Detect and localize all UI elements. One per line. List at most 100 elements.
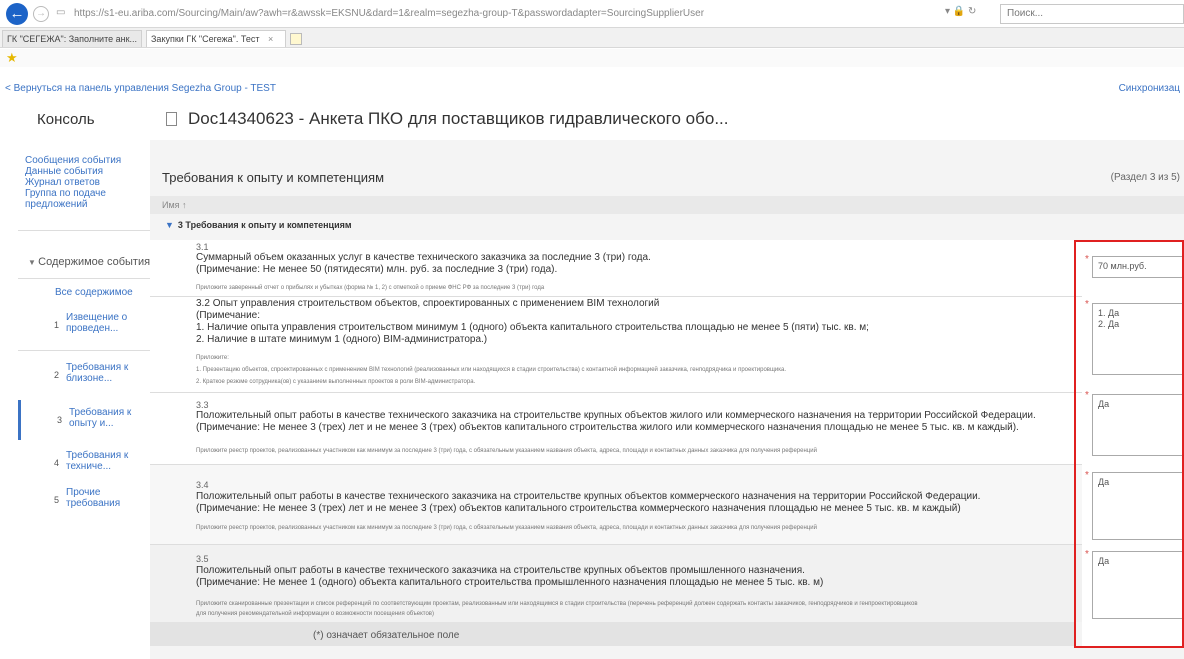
table-row: 3.1 Суммарный объем оказанных услуг в ка… <box>150 240 1082 296</box>
question-note: Приложите сканированные презентации и сп… <box>196 601 918 607</box>
search-input[interactable]: Поиск... <box>1000 4 1184 24</box>
console-title: Консоль <box>37 111 95 128</box>
table-row: 3.2 Опыт управления строительством объек… <box>150 296 1082 392</box>
event-contents-header[interactable]: ▼ Содержимое события <box>28 256 150 268</box>
question-text-line: Опыт управления строительством объектов,… <box>212 298 660 309</box>
refresh-icon[interactable]: ▾ 🔒 ↻ <box>945 6 976 17</box>
table-row: 3.5 Положительный опыт работы в качестве… <box>150 544 1082 622</box>
nav-label: Извещение о проведен... <box>66 312 146 334</box>
question-text: 3.2 Опыт управления строительством объек… <box>196 298 659 310</box>
nav-label-line2: проведен... <box>66 323 119 334</box>
tab-label: ГК "СЕГЕЖА": Заполните анк... <box>7 34 138 44</box>
required-field-note: (*) означает обязательное поле <box>313 630 460 641</box>
sidebar-link-event-data[interactable]: Данные события <box>25 166 103 177</box>
question-text: 2. Наличие в штате минимум 1 (одного) BI… <box>196 334 488 345</box>
url-text: https://s1-eu.ariba.com/Sourcing/Main/aw… <box>74 8 705 19</box>
question-text: (Примечание: Не менее 1 (одного) объекта… <box>196 577 824 588</box>
all-contents-link[interactable]: Все содержимое <box>55 287 133 298</box>
nav-label: Требования к техниче... <box>66 450 146 472</box>
question-number: 3.1 <box>196 242 209 252</box>
row-divider <box>150 392 1082 393</box>
nav-number: 2 <box>54 370 60 380</box>
sidebar-link-response-log[interactable]: Журнал ответов <box>25 177 100 188</box>
nav-label-line1: Извещение о <box>66 312 128 323</box>
favorites-star-icon[interactable]: ★ <box>6 50 18 66</box>
event-contents-label: Содержимое события <box>38 256 151 268</box>
question-number: 3.4 <box>196 480 209 490</box>
nav-number: 5 <box>54 495 60 505</box>
question-text: Положительный опыт работы в качестве тех… <box>196 565 805 576</box>
question-number: 3.3 <box>196 400 209 410</box>
page-title: Doc14340623 - Анкета ПКО для поставщиков… <box>188 109 729 128</box>
row-divider <box>150 544 1082 545</box>
tab-bar: ГК "СЕГЕЖА": Заполните анк... Закупки ГК… <box>0 28 1184 48</box>
question-note: для получения рекомендательной информаци… <box>196 611 434 617</box>
sidebar-item-section-1[interactable]: 1 Извещение о проведен... <box>18 305 150 345</box>
row-divider <box>150 464 1082 465</box>
question-text: Положительный опыт работы в качестве тех… <box>196 410 1036 421</box>
section-count: (Раздел 3 из 5) <box>1110 172 1180 183</box>
footer-band <box>150 622 1074 646</box>
collapse-triangle-icon: ▼ <box>28 258 39 267</box>
sync-link[interactable]: Синхронизац <box>1119 83 1180 94</box>
question-note: 1. Презентацию объектов, спроектированны… <box>196 367 787 373</box>
new-tab-button[interactable] <box>290 33 302 45</box>
question-note: 2. Краткое резюме сотрудника(ов) с указа… <box>196 379 476 385</box>
question-text: (Примечание: <box>196 310 260 321</box>
nav-label-line2: опыту и... <box>69 418 114 429</box>
tab-label: Закупки ГК "Сегежа". Тест <box>151 34 260 44</box>
page-icon: ▭ <box>56 7 66 18</box>
expand-triangle-icon: ▼ <box>165 220 174 230</box>
question-note: Приложите реестр проектов, реализованных… <box>196 525 817 531</box>
sidebar-item-section-4[interactable]: 4 Требования к техниче... <box>18 443 150 483</box>
question-text: 1. Наличие опыта управления строительств… <box>196 322 869 333</box>
nav-label-line1: Требования к <box>66 362 129 373</box>
sidebar-link-bid-team[interactable]: Группа по подаче <box>25 188 106 199</box>
table-row: 3.4 Положительный опыт работы в качестве… <box>150 464 1082 544</box>
nav-label: Прочие требования <box>66 487 146 509</box>
question-text: (Примечание: Не менее 3 (трех) лет и не … <box>196 422 1019 433</box>
question-note: Приложите заверенный отчет о прибылях и … <box>196 285 545 291</box>
nav-label: Требования к близоне... <box>66 362 146 384</box>
question-text: Положительный опыт работы в качестве тех… <box>196 491 981 502</box>
forward-arrow-icon[interactable]: → <box>33 6 49 22</box>
question-text: Суммарный объем оказанных услуг в качест… <box>196 252 651 263</box>
sidebar-item-section-2[interactable]: 2 Требования к близоне... <box>18 355 150 395</box>
favorites-bar: ★ <box>0 49 1184 67</box>
name-column-header[interactable]: Имя ↑ <box>162 200 187 210</box>
sidebar-item-section-5[interactable]: 5 Прочие требования <box>18 484 150 524</box>
group-row[interactable]: ▼ 3 Требования к опыту и компетенциям <box>165 220 352 230</box>
sidebar-item-section-3[interactable]: 3 Требования к опыту и... <box>18 400 150 440</box>
tab-questionnaire[interactable]: ГК "СЕГЕЖА": Заполните анк... <box>2 30 142 47</box>
nav-number: 3 <box>57 415 63 425</box>
nav-label-line2: требования <box>66 498 121 509</box>
nav-label-line1: Требования к <box>66 450 129 461</box>
table-header: Имя ↑ <box>150 196 1184 214</box>
table-row: 3.3 Положительный опыт работы в качестве… <box>150 392 1082 464</box>
nav-number: 1 <box>54 320 60 330</box>
url-field[interactable]: ▭ https://s1-eu.ariba.com/Sourcing/Main/… <box>52 4 932 24</box>
section-title: Требования к опыту и компетенциям <box>162 170 385 185</box>
sidebar-divider <box>18 230 150 231</box>
row-divider <box>150 296 1082 297</box>
back-arrow-icon[interactable]: ← <box>6 3 28 25</box>
highlight-box <box>1074 240 1184 648</box>
sidebar-divider <box>18 278 150 279</box>
nav-label-line2: близоне... <box>66 373 113 384</box>
browser-address-bar: ← → ▭ https://s1-eu.ariba.com/Sourcing/M… <box>0 0 1184 28</box>
question-text: (Примечание: Не менее 50 (пятидесяти) мл… <box>196 264 558 275</box>
close-icon[interactable]: × <box>268 34 273 44</box>
nav-label: Требования к опыту и... <box>69 407 149 429</box>
back-to-dashboard-link[interactable]: < Вернуться на панель управления Segezha… <box>5 83 276 94</box>
nav-label-line2: техниче... <box>66 461 112 472</box>
nav-label-line1: Требования к <box>69 407 132 418</box>
group-label: 3 Требования к опыту и компетенциям <box>177 220 352 230</box>
nav-label-line1: Прочие <box>66 487 101 498</box>
question-number: 3.5 <box>196 554 209 564</box>
tab-procurement[interactable]: Закупки ГК "Сегежа". Тест × <box>146 30 286 47</box>
sidebar-link-event-messages[interactable]: Сообщения события <box>25 155 121 166</box>
question-note: Приложите реестр проектов, реализованных… <box>196 448 817 454</box>
sidebar-divider <box>18 350 150 351</box>
question-text: (Примечание: Не менее 3 (трех) лет и не … <box>196 503 961 514</box>
sidebar-link-bid-team-cont[interactable]: предложений <box>25 199 88 210</box>
